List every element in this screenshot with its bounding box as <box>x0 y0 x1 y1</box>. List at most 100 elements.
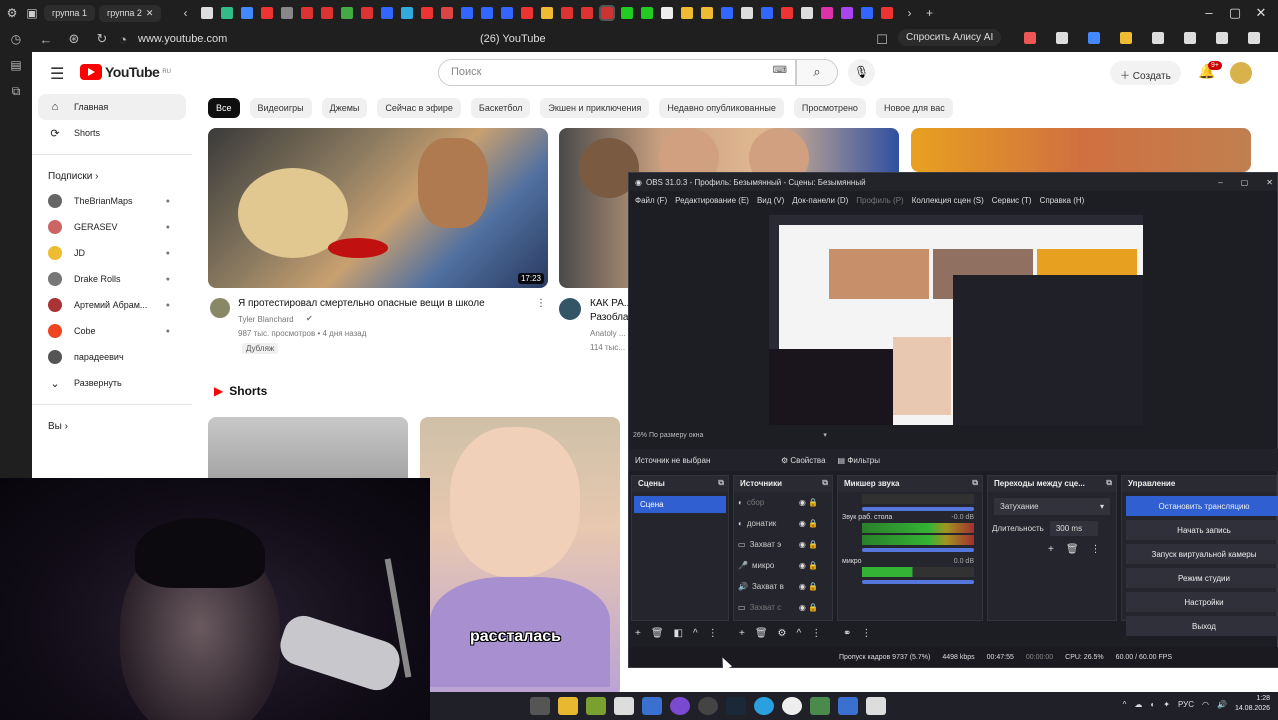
chip[interactable]: Сейчас в эфире <box>377 98 461 118</box>
properties-button[interactable]: ⚙ Свойства <box>781 456 826 465</box>
virtual-camera-button[interactable]: Запуск виртуальной камеры <box>1126 544 1278 564</box>
download-icon[interactable] <box>1248 32 1260 44</box>
trash-icon[interactable]: 🗑 <box>1066 544 1079 555</box>
back-icon[interactable]: ← <box>32 32 60 47</box>
maximize-icon[interactable]: ▢ <box>1241 178 1249 187</box>
tab-favicon[interactable] <box>821 7 834 19</box>
obs-preview[interactable] <box>769 215 1143 425</box>
more-icon[interactable]: ⋮ <box>708 628 718 639</box>
minimize-icon[interactable]: – <box>1218 178 1222 187</box>
app-icon[interactable] <box>642 697 662 715</box>
channel-avatar[interactable] <box>559 298 581 320</box>
undock-icon[interactable]: ⧉ <box>822 478 828 488</box>
voice-search-button[interactable]: 🎙 <box>848 59 875 86</box>
volume-slider[interactable] <box>862 548 974 552</box>
tab-favicon[interactable] <box>861 7 874 19</box>
chip[interactable]: Баскетбол <box>470 98 531 118</box>
tab-favicon[interactable] <box>201 7 214 19</box>
tab-favicon[interactable] <box>661 7 674 19</box>
menu-item-edit[interactable]: Редактирование (E) <box>675 196 749 205</box>
start-recording-button[interactable]: Начать запись <box>1126 520 1278 540</box>
extension-icon[interactable] <box>1088 32 1100 44</box>
tab-group-2[interactable]: группа 2 ✕ <box>98 4 162 22</box>
browser-menu-icon[interactable]: ⚙ <box>4 5 20 21</box>
bookmark-icon[interactable]: ☐ <box>868 32 896 48</box>
video-thumbnail[interactable]: 17:23 <box>208 128 548 288</box>
menu-item-tools[interactable]: Сервис (T) <box>992 196 1032 205</box>
up-icon[interactable]: ^ <box>797 628 802 639</box>
more-icon[interactable]: ⋮ <box>811 628 821 639</box>
youtube-logo[interactable]: YouTube RU <box>80 64 171 80</box>
chip[interactable]: Все <box>208 98 240 118</box>
tab-favicon[interactable] <box>261 7 274 19</box>
obs-taskbar-icon[interactable] <box>698 697 718 715</box>
trash-icon[interactable]: 🗑 <box>651 628 664 639</box>
tab-favicon[interactable] <box>641 7 654 19</box>
chip[interactable]: Экшен и приключения <box>540 98 650 118</box>
search-input[interactable]: Поиск ⌨ <box>438 59 796 86</box>
screenshot-icon[interactable]: ⧉ <box>0 78 32 104</box>
undock-icon[interactable]: ⧉ <box>718 478 724 488</box>
gear-icon[interactable]: ⚙ <box>778 628 787 639</box>
tab-favicon[interactable] <box>581 7 594 19</box>
tab-favicon[interactable] <box>241 7 254 19</box>
trash-icon[interactable]: 🗑 <box>755 628 768 639</box>
sidebar-item-channel[interactable]: Артемий Абрам... ● <box>32 292 192 318</box>
tab-favicon[interactable] <box>221 7 234 19</box>
steam-icon[interactable] <box>726 697 746 715</box>
add-icon[interactable]: + <box>739 628 745 639</box>
eye-icon[interactable]: ◉ 🔒 <box>799 603 818 612</box>
volume-icon[interactable]: 🔊 <box>1217 700 1227 709</box>
chip[interactable]: Джемы <box>321 98 368 118</box>
tab-favicon[interactable] <box>541 7 554 19</box>
close-icon[interactable]: ✕ <box>146 8 154 19</box>
video-channel[interactable]: Anatoly ... <box>590 329 626 338</box>
url-text[interactable]: www.youtube.com <box>138 33 227 45</box>
extension-icon[interactable] <box>1056 32 1068 44</box>
studio-mode-button[interactable]: Режим студии <box>1126 568 1278 588</box>
tab-favicon[interactable] <box>321 7 334 19</box>
scene-item[interactable]: Сцена <box>634 496 726 513</box>
create-button[interactable]: ＋ Создать <box>1110 61 1181 85</box>
video-title[interactable]: Я протестировал смертельно опасные вещи … <box>238 298 485 309</box>
tab-favicon[interactable] <box>421 7 434 19</box>
you-header[interactable]: Вы › <box>32 404 192 438</box>
app-icon[interactable] <box>810 697 830 715</box>
app-icon[interactable] <box>586 697 606 715</box>
tray-icon[interactable]: ◐ <box>1150 700 1155 709</box>
extensions-icon[interactable]: ⊛ <box>60 31 88 47</box>
volume-slider[interactable] <box>862 580 974 584</box>
tab-favicon[interactable] <box>441 7 454 19</box>
eye-icon[interactable]: ◉ 🔒 <box>799 561 818 570</box>
source-item[interactable]: 🎤 микро ◉ 🔒 <box>734 555 832 576</box>
eye-icon[interactable]: ◉ 🔒 <box>799 498 818 507</box>
search-button[interactable]: ⌕ <box>796 59 838 86</box>
chip[interactable]: Новое для вас <box>875 98 953 118</box>
extension-icon[interactable] <box>1216 32 1228 44</box>
eye-icon[interactable]: ◉ 🔒 <box>799 519 818 528</box>
extension-icon[interactable] <box>1184 32 1196 44</box>
source-item[interactable]: ▭ Захват э ◉ 🔒 <box>734 534 832 555</box>
workspaces-icon[interactable]: ▣ <box>24 5 40 21</box>
app-icon[interactable] <box>670 697 690 715</box>
scroll-tabs-left-icon[interactable]: ‹ <box>177 5 193 21</box>
add-icon[interactable]: + <box>1048 544 1054 555</box>
clock[interactable]: 1:28 14.08.2026 <box>1235 694 1270 714</box>
source-item[interactable]: ◐ сбор ◉ 🔒 <box>734 492 832 513</box>
video-title[interactable]: КАК РА... <box>590 298 632 309</box>
tab-favicon[interactable] <box>721 7 734 19</box>
settings-button[interactable]: Настройки <box>1126 592 1278 612</box>
minimize-icon[interactable]: – <box>1196 5 1222 21</box>
chip[interactable]: Недавно опубликованные <box>659 98 784 118</box>
subscriptions-header[interactable]: Подписки › <box>32 154 192 188</box>
tab-favicon[interactable] <box>841 7 854 19</box>
more-icon[interactable]: ⋮ <box>1091 544 1101 555</box>
chip[interactable]: Просмотрено <box>793 98 866 118</box>
filter-icon[interactable]: ◧ <box>674 628 683 639</box>
browser-taskbar-icon[interactable] <box>782 697 802 715</box>
tab-favicon[interactable] <box>461 7 474 19</box>
tab-favicon[interactable] <box>701 7 714 19</box>
undock-icon[interactable]: ⧉ <box>972 478 978 488</box>
tab-favicon[interactable] <box>621 7 634 19</box>
menu-item-help[interactable]: Справка (H) <box>1040 196 1085 205</box>
